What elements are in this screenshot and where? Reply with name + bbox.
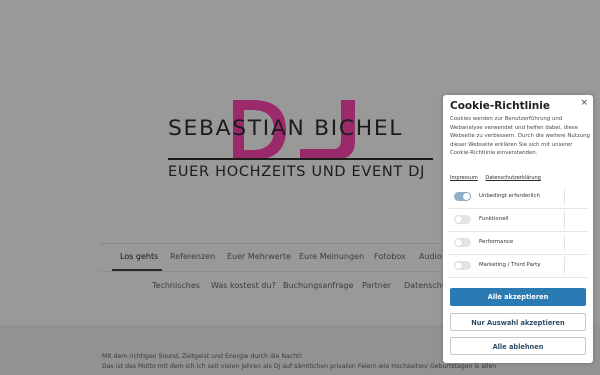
accept-all-button[interactable]: Alle akzeptieren — [450, 288, 586, 306]
accept-selection-button[interactable]: Nur Auswahl akzeptieren — [450, 313, 586, 331]
reject-all-button[interactable]: Alle ablehnen — [450, 337, 586, 355]
category-marketing: Marketing / Third Party — [448, 255, 588, 278]
toggle-required[interactable] — [454, 192, 471, 201]
cookie-title: Cookie-Richtlinie — [450, 100, 550, 112]
cookie-categories: Unbedingt erforderlich Funktionell Perfo… — [448, 186, 588, 278]
cookie-description: Cookies werden zur Benutzerführung und W… — [450, 116, 590, 156]
toggle-functional[interactable] — [454, 215, 471, 224]
category-functional: Funktionell — [448, 209, 588, 232]
cookie-consent-dialog: Cookie-Richtlinie × Cookies werden zur B… — [443, 95, 593, 363]
toggle-knob — [455, 239, 462, 246]
category-label: Marketing / Third Party — [479, 262, 541, 268]
category-label: Performance — [479, 239, 514, 245]
toggle-performance[interactable] — [454, 238, 471, 247]
toggle-knob — [455, 216, 462, 223]
category-divider — [564, 188, 565, 206]
category-required: Unbedingt erforderlich — [448, 186, 588, 209]
category-divider — [564, 234, 565, 252]
category-divider — [564, 211, 565, 229]
datenschutz-link[interactable]: Datenschutzerklärung — [485, 175, 540, 181]
impressum-link[interactable]: Impressum — [450, 175, 478, 181]
cookie-links: Impressum Datenschutzerklärung — [450, 175, 547, 181]
category-divider — [564, 257, 565, 275]
category-label: Unbedingt erforderlich — [479, 193, 540, 199]
toggle-marketing[interactable] — [454, 261, 471, 270]
category-label: Funktionell — [479, 216, 509, 222]
toggle-knob — [455, 262, 462, 269]
close-icon[interactable]: × — [580, 98, 588, 108]
toggle-knob — [463, 193, 470, 200]
category-performance: Performance — [448, 232, 588, 255]
